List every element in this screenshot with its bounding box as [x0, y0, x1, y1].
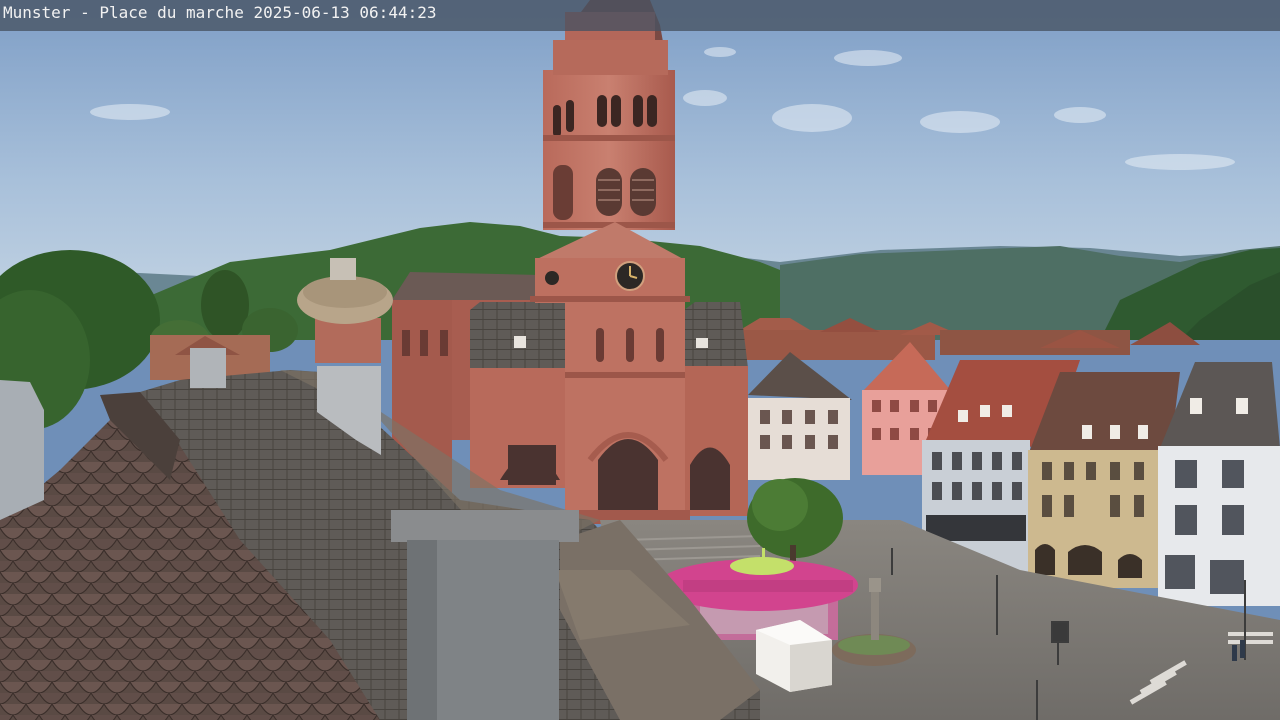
webcam-scene	[0, 0, 1280, 720]
webcam-caption: Munster - Place du marche 2025-06-13 06:…	[3, 3, 437, 22]
webcam-view: Munster - Place du marche 2025-06-13 06:…	[0, 0, 1280, 720]
foreground-chimney	[391, 510, 579, 720]
